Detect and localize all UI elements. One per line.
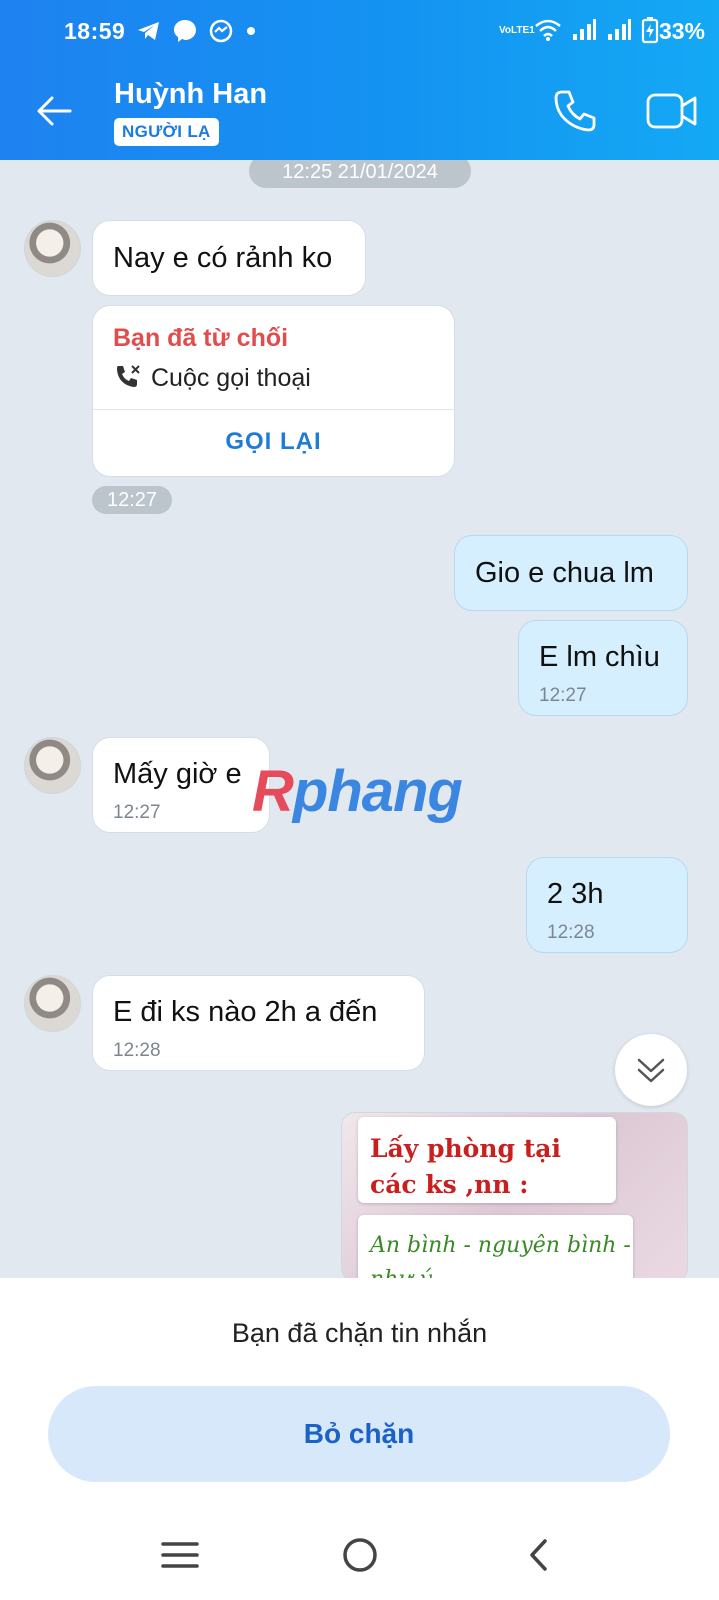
wifi-icon	[535, 19, 561, 41]
volte-icon: VoLTE1	[499, 24, 535, 36]
signal-icon-1	[573, 19, 596, 40]
message-bubble[interactable]: Mấy giờ e 12:27	[92, 737, 270, 833]
unblock-button[interactable]: Bỏ chặn	[48, 1386, 670, 1482]
arrow-left-icon	[37, 96, 72, 126]
battery-charging-icon	[641, 17, 659, 44]
message-bubble[interactable]: Nay e có rảnh ko	[92, 220, 366, 296]
menu-icon	[161, 1542, 199, 1568]
message-bubble[interactable]: Gio e chua lm	[454, 535, 688, 611]
status-time: 18:59	[64, 18, 126, 44]
message-text: E đi ks nào 2h a đến	[113, 996, 378, 1028]
video-call-button[interactable]	[645, 86, 699, 136]
home-button[interactable]	[335, 1530, 385, 1580]
message-time: 12:28	[113, 1040, 161, 1061]
missed-call-icon	[117, 365, 140, 387]
blocked-message: Bạn đã chặn tin nhắn	[231, 1318, 488, 1348]
message-time: 12:28	[547, 922, 595, 943]
notification-icons	[136, 18, 258, 44]
message-bubble[interactable]: E lm chìu 12:27	[518, 620, 688, 716]
status-bar: 18:59 VoLTE1 33%	[0, 0, 719, 64]
chat-header: Huỳnh Han NGƯỜI LẠ	[0, 64, 719, 160]
recent-apps-button[interactable]	[155, 1530, 205, 1580]
chat-bubble-icon	[209, 19, 233, 43]
back-nav-button[interactable]	[515, 1530, 565, 1580]
message-time: 12:27	[539, 685, 587, 706]
message-text: Mấy giờ e	[113, 758, 242, 790]
phone-icon	[554, 90, 596, 132]
avatar[interactable]	[24, 737, 81, 794]
system-icons: VoLTE1	[499, 16, 659, 44]
contact-name[interactable]: Huỳnh Han	[114, 78, 267, 111]
message-text: Nay e có rảnh ko	[113, 242, 333, 274]
message-time: 12:27	[113, 802, 161, 823]
telegram-icon	[138, 22, 159, 40]
system-nav-bar	[0, 1510, 719, 1600]
call-back-button[interactable]: GỌI LẠI	[93, 428, 454, 456]
message-text: E lm chìu	[539, 641, 660, 673]
avatar[interactable]	[24, 220, 81, 277]
message-text: 2 3h	[547, 878, 604, 910]
message-bubble[interactable]: 2 3h 12:28	[526, 857, 688, 953]
message-time: 12:27	[92, 486, 172, 514]
circle-home-icon	[343, 1538, 377, 1572]
chat-area[interactable]: 12:25 21/01/2024 Nay e có rảnh ko Bạn đã…	[0, 160, 719, 1278]
voice-call-button[interactable]	[550, 86, 600, 136]
divider	[93, 409, 454, 410]
double-chevron-down-icon	[637, 1058, 665, 1083]
stranger-badge: NGƯỜI LẠ	[114, 118, 219, 146]
dot-icon	[247, 27, 255, 35]
blocked-panel: Bạn đã chặn tin nhắn Bỏ chặn	[0, 1278, 719, 1510]
image-message[interactable]: Lấy phòng tại các ks ,nn : An bình - ngu…	[341, 1112, 688, 1278]
video-camera-icon	[646, 93, 697, 129]
call-card: Bạn đã từ chối Cuộc gọi thoại GỌI LẠI	[92, 305, 455, 477]
call-type: Cuộc gọi thoại	[151, 364, 311, 392]
image-text-block: Lấy phòng tại các ks ,nn :	[358, 1117, 616, 1203]
message-bubble[interactable]: E đi ks nào 2h a đến 12:28	[92, 975, 425, 1071]
signal-icon-2	[608, 19, 631, 40]
image-text-block: An bình - nguyên bình - như ý	[358, 1215, 633, 1278]
date-separator: 12:25 21/01/2024	[249, 160, 471, 188]
call-status: Bạn đã từ chối	[113, 324, 289, 352]
avatar[interactable]	[24, 975, 81, 1032]
message-text: Gio e chua lm	[475, 557, 654, 589]
back-button[interactable]	[30, 86, 80, 136]
messenger-icon	[174, 20, 196, 42]
watermark-logo: Rphang	[252, 759, 463, 824]
scroll-to-bottom-button[interactable]	[615, 1034, 687, 1106]
top-bar: 18:59 VoLTE1 33% Huỳnh Han NGƯỜI LẠ	[0, 0, 719, 160]
battery-percent: 33%	[658, 18, 705, 44]
chevron-left-icon	[530, 1539, 547, 1571]
